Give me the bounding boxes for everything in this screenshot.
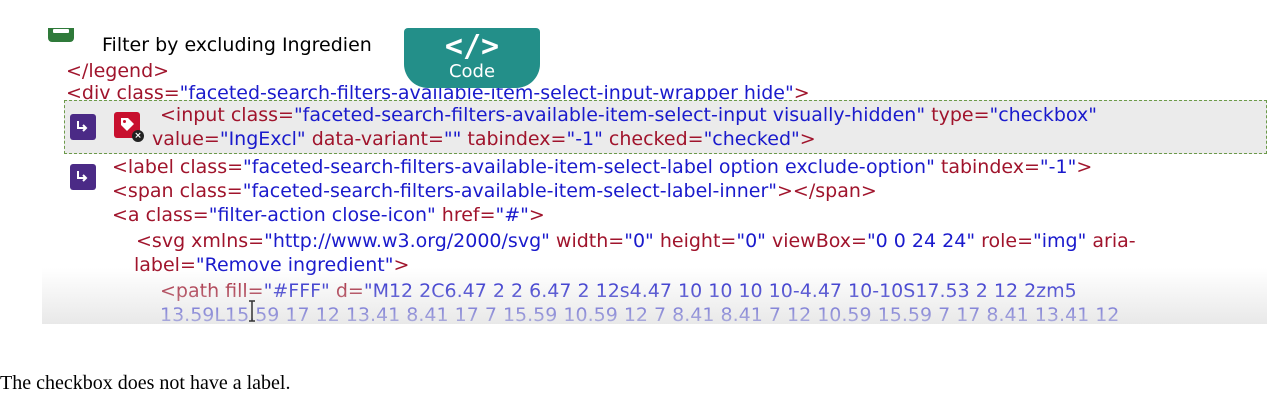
purple-arrow-icon[interactable] [70,164,96,190]
text-cursor-icon [249,300,255,322]
code-line-legend-close: </legend> [66,60,170,82]
code-line-svg-label: label="Remove ingredient"> [134,254,410,276]
purple-arrow-icon[interactable] [70,114,96,140]
code-symbol-icon: </> [444,29,500,64]
legend-text: Filter by excluding Ingredien [102,34,372,56]
code-line-anchor: <a class="filter-action close-icon" href… [112,204,545,226]
code-line-label: <label class="faceted-search-filters-ava… [112,156,1093,178]
red-tag-error-icon[interactable]: × [114,112,144,142]
code-line-path-data: 13.59L15.59 17 12 13.41 8.41 17 7 15.59 … [160,304,1120,324]
code-line-input: <input class="faceted-search-filters-ava… [160,104,1097,126]
code-badge-label: Code [448,61,496,82]
code-inspector-panel: Filter by excluding Ingredien </legend> … [42,28,1267,324]
code-line-svg: <svg xmlns="http://www.w3.org/2000/svg" … [136,230,1136,252]
code-line-span: <span class="faceted-search-filters-avai… [112,180,877,202]
code-line-input-attrs: value="IngExcl" data-variant="" tabindex… [152,128,816,150]
caption-text: The checkbox does not have a label. [0,372,291,394]
code-line-path: <path fill="#FFF" d="M12 2C6.47 2 2 6.47… [160,280,1077,302]
code-badge[interactable]: </> Code [404,28,540,88]
green-element-icon[interactable] [48,28,74,42]
